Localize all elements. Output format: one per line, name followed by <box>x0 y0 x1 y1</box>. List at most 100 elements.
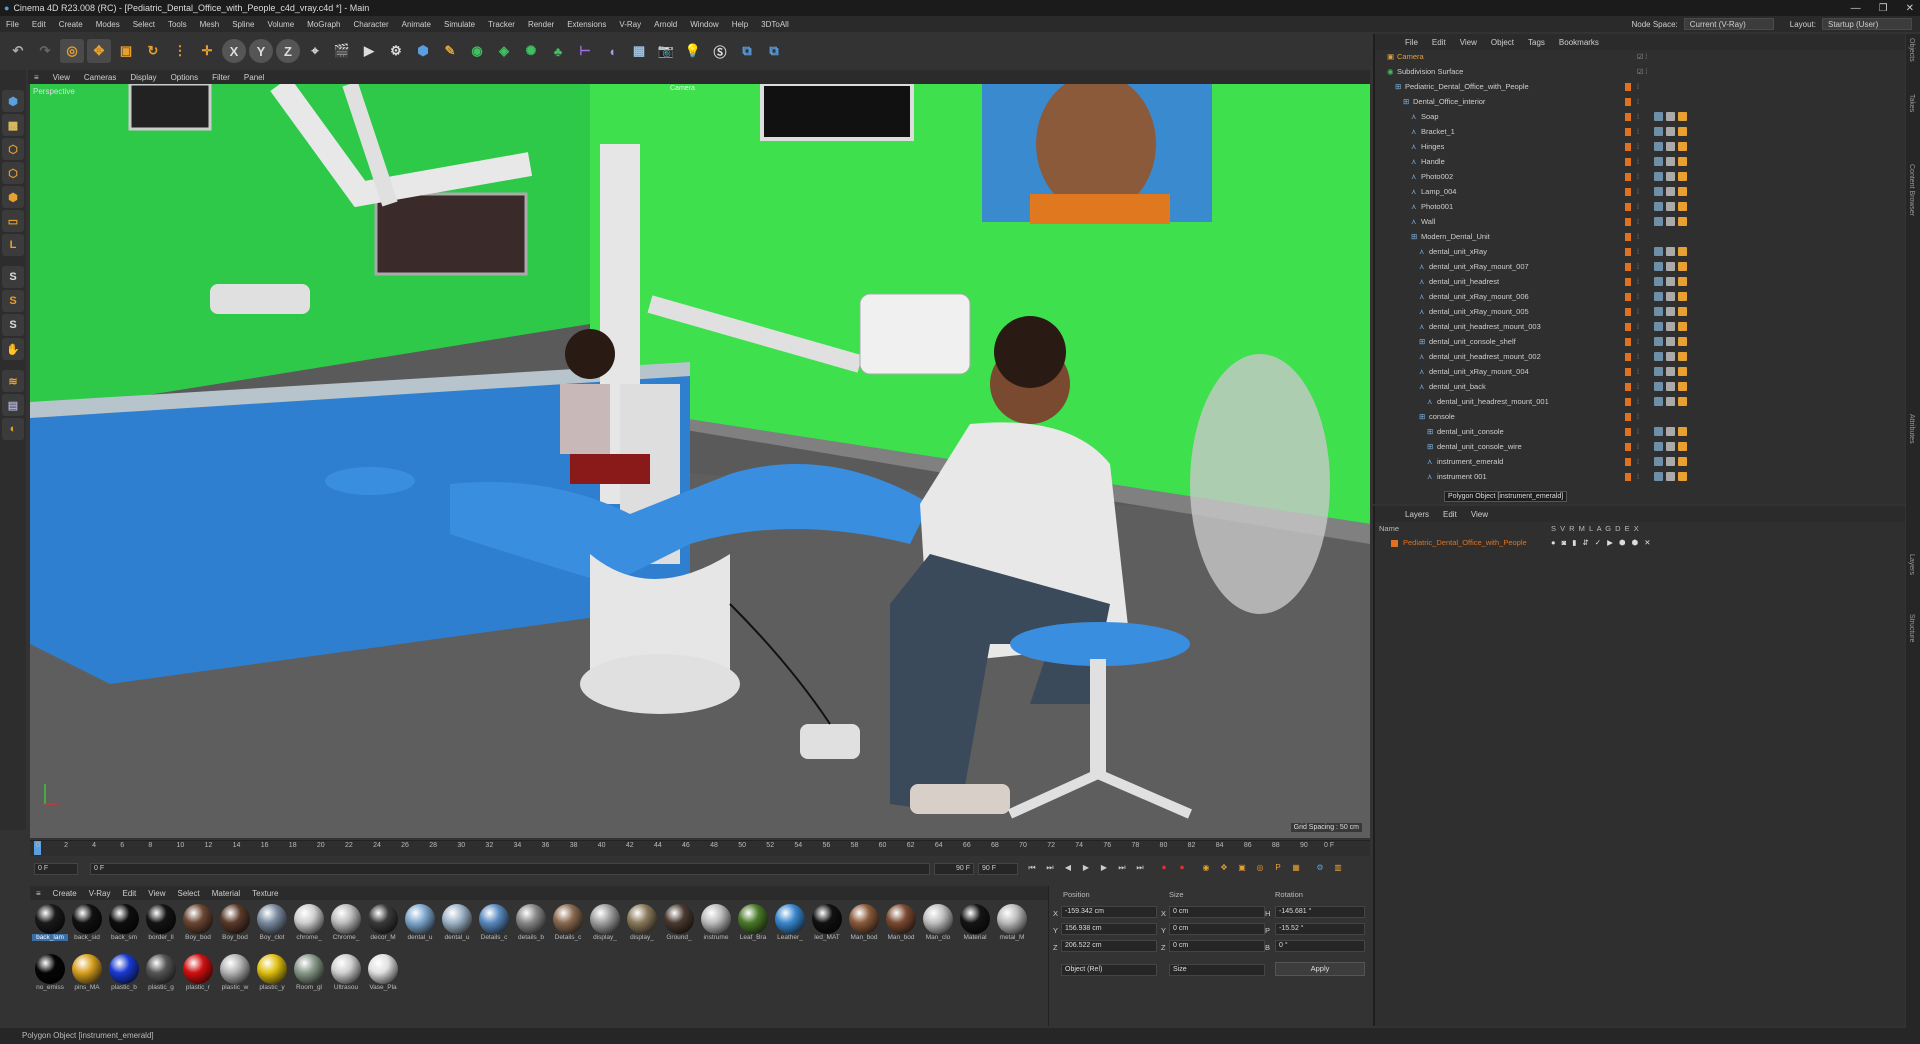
rotation-b-field[interactable]: 0 ° <box>1275 940 1365 952</box>
visibility-dots-icon[interactable]: ⁞ <box>1637 366 1639 380</box>
material-swatch[interactable]: plastic_y <box>254 952 290 1000</box>
visibility-dots-icon[interactable]: ⁞ <box>1637 276 1639 290</box>
visibility-dots-icon[interactable]: ⁞ <box>1637 81 1639 95</box>
size-y-field[interactable]: 0 cm <box>1169 923 1265 935</box>
material-menu-edit[interactable]: Edit <box>122 889 136 898</box>
model-mode-icon[interactable]: ⬢ <box>2 90 24 112</box>
material-tag-icon[interactable] <box>1678 172 1687 181</box>
object-menu-object[interactable]: Object <box>1491 38 1514 47</box>
material-swatch[interactable]: back_sm <box>106 902 142 950</box>
position-y-field[interactable]: 156.938 cm <box>1061 923 1157 935</box>
start-frame-field[interactable]: 0 F <box>34 863 78 875</box>
material-tag-icon[interactable] <box>1654 382 1663 391</box>
visibility-dots-icon[interactable]: ⁞ <box>1637 201 1639 215</box>
subdivision-icon[interactable]: ◉ <box>465 39 489 63</box>
material-tag-icon[interactable] <box>1678 322 1687 331</box>
layer-menu-edit[interactable]: Edit <box>1443 510 1457 519</box>
size-z-field[interactable]: 0 cm <box>1169 940 1265 952</box>
layer-color-chip[interactable] <box>1625 323 1631 331</box>
material-tag-icon[interactable] <box>1654 157 1663 166</box>
go-to-start-icon[interactable]: ⏮ <box>1026 863 1038 875</box>
visibility-dots-icon[interactable]: ⁞ <box>1637 351 1639 365</box>
camera-icon[interactable]: 📷 <box>654 39 678 63</box>
python2-icon[interactable]: ⧉ <box>762 39 786 63</box>
layer-color-chip[interactable] <box>1625 203 1631 211</box>
point-mode-icon[interactable]: ⬡ <box>2 138 24 160</box>
material-tag-icon[interactable] <box>1654 217 1663 226</box>
object-tags[interactable] <box>1654 217 1694 227</box>
material-swatch[interactable]: chrome_ <box>291 902 327 950</box>
material-swatch[interactable]: dental_u <box>402 902 438 950</box>
layer-color-chip[interactable] <box>1625 278 1631 286</box>
viewport-menu-view[interactable]: View <box>53 73 70 82</box>
menu-character[interactable]: Character <box>354 20 389 29</box>
material-tag-icon[interactable] <box>1654 127 1663 136</box>
visibility-dots-icon[interactable]: ⁞ <box>1637 306 1639 320</box>
material-swatch[interactable]: border_ll <box>143 902 179 950</box>
light-icon[interactable]: 💡 <box>681 39 705 63</box>
material-tag-icon[interactable] <box>1678 397 1687 406</box>
layer-color-chip[interactable] <box>1625 218 1631 226</box>
material-swatch[interactable]: Details_c <box>550 902 586 950</box>
material-swatch[interactable]: details_b <box>513 902 549 950</box>
object-row[interactable]: ⋏ Hinges ⁞ <box>1375 140 1905 154</box>
visibility-dots-icon[interactable]: ⁞ <box>1637 96 1639 110</box>
material-swatch[interactable]: metal_M <box>994 902 1030 950</box>
lock-workplane-icon[interactable]: S <box>2 314 24 336</box>
viewport-menu-panel[interactable]: Panel <box>244 73 264 82</box>
object-row[interactable]: ⋏ dental_unit_xRay_mount_005 ⁞ <box>1375 305 1905 319</box>
layer-color-chip[interactable] <box>1625 338 1631 346</box>
material-tag-icon[interactable] <box>1654 292 1663 301</box>
visibility-dots-icon[interactable]: ⁞ <box>1637 441 1639 455</box>
material-tag-icon[interactable] <box>1666 157 1675 166</box>
floor-icon[interactable]: ▦ <box>627 39 651 63</box>
material-swatch[interactable]: Man_clo <box>920 902 956 950</box>
move-icon[interactable]: ✥ <box>87 39 111 63</box>
object-tags[interactable] <box>1654 172 1694 182</box>
object-row[interactable]: ⊞ dental_unit_console_wire ⁞ <box>1375 440 1905 454</box>
material-swatch[interactable]: back_sid <box>69 902 105 950</box>
material-tag-icon[interactable] <box>1678 157 1687 166</box>
menu-volume[interactable]: Volume <box>267 20 294 29</box>
menu-edit[interactable]: Edit <box>32 20 46 29</box>
coordinate-system-icon[interactable]: ⌖ <box>303 39 327 63</box>
material-tag-icon[interactable] <box>1666 352 1675 361</box>
material-tag-icon[interactable] <box>1666 457 1675 466</box>
object-row[interactable]: ⊞ dental_unit_console_shelf ⁞ <box>1375 335 1905 349</box>
material-swatch[interactable]: Details_c <box>476 902 512 950</box>
material-swatch[interactable]: no_emiss <box>32 952 68 1000</box>
material-swatch[interactable]: display_ <box>587 902 623 950</box>
object-row[interactable]: ⋏ dental_unit_back ⁞ <box>1375 380 1905 394</box>
material-tag-icon[interactable] <box>1666 322 1675 331</box>
timeline-ruler[interactable]: 0 F 0 2 4 6 8 10 12 14 16 18 20 22 24 26 28 30 32 34 36 38 4… <box>30 840 1370 856</box>
material-tag-icon[interactable] <box>1666 187 1675 196</box>
layer-color-chip[interactable] <box>1625 83 1631 91</box>
viewport-perspective[interactable]: Perspective Camera Grid Spacing : 50 cm … <box>30 84 1370 838</box>
material-swatch[interactable]: pins_MA <box>69 952 105 1000</box>
material-tag-icon[interactable] <box>1678 427 1687 436</box>
visibility-dots-icon[interactable]: ⁞ <box>1637 126 1639 140</box>
go-to-end-icon[interactable]: ⏭ <box>1134 863 1146 875</box>
material-tag-icon[interactable] <box>1678 127 1687 136</box>
menu-file[interactable]: File <box>6 20 19 29</box>
material-tag-icon[interactable] <box>1654 202 1663 211</box>
object-row[interactable]: ◉ Subdivision Surface ☑ ⁞ <box>1375 65 1905 79</box>
uv-mode-icon[interactable]: ▭ <box>2 210 24 232</box>
object-tags[interactable] <box>1654 127 1694 137</box>
object-row[interactable]: ⋏ dental_unit_xRay_mount_004 ⁞ <box>1375 365 1905 379</box>
material-tag-icon[interactable] <box>1678 142 1687 151</box>
solo-icon[interactable]: ◐ <box>2 418 24 440</box>
material-tag-icon[interactable] <box>1666 292 1675 301</box>
object-menu-view[interactable]: View <box>1460 38 1477 47</box>
key-rotation-icon[interactable]: ✥ <box>1218 863 1230 875</box>
material-tag-icon[interactable] <box>1666 127 1675 136</box>
visibility-dots-icon[interactable]: ⁞ <box>1637 456 1639 470</box>
snap-icon[interactable]: S <box>2 266 24 288</box>
material-swatch[interactable]: Ground_ <box>661 902 697 950</box>
visibility-dots-icon[interactable]: ⁞ <box>1637 186 1639 200</box>
material-menu-select[interactable]: Select <box>177 889 199 898</box>
material-menu-material[interactable]: Material <box>212 889 240 898</box>
material-tag-icon[interactable] <box>1666 112 1675 121</box>
visibility-dots-icon[interactable]: ⁞ <box>1637 156 1639 170</box>
object-tags[interactable] <box>1654 247 1694 257</box>
